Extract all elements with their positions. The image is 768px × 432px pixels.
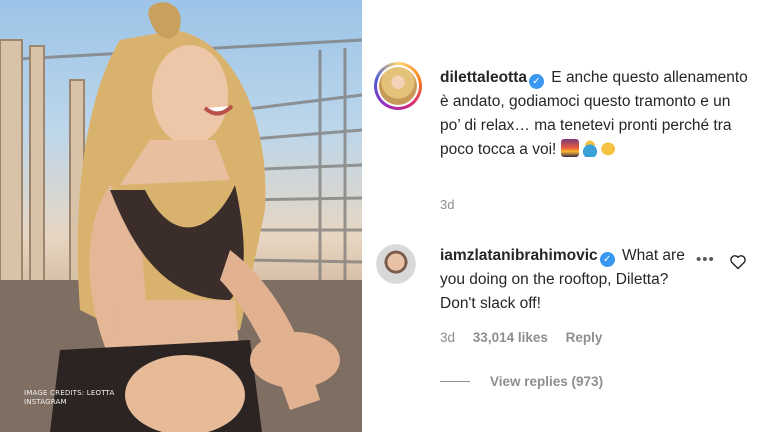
flexed-biceps-emoji [600,139,619,157]
comment-timestamp[interactable]: 3d [440,330,455,345]
photo-illustration [0,2,362,432]
commenter-avatar[interactable] [376,244,416,284]
post-author-username[interactable]: dilettaleotta [440,69,527,86]
image-credit-line1: IMAGE CREDITS: LEOTTA [24,389,115,397]
post-author-avatar[interactable] [374,62,422,110]
commenter-username[interactable]: iamzlatanibrahimovic [440,247,598,264]
replies-divider [440,381,470,382]
comment-body: iamzlatanibrahimovic ✓ What are you doing… [440,244,702,316]
post-timestamp[interactable]: 3d [440,197,454,212]
view-replies-button[interactable]: View replies (973) [440,374,603,389]
avatar-image [379,67,417,105]
image-credit: IMAGE CREDITS: LEOTTA INSTAGRAM [24,389,134,407]
comments-panel: dilettaleotta ✓ E anche questo allenament… [362,0,768,432]
sunset-emoji [560,139,579,157]
more-options-icon[interactable]: ••• [696,252,715,267]
comment-meta: 3d 33,014 likes Reply [440,330,616,345]
post-caption: dilettaleotta ✓ E anche questo allenament… [440,66,750,162]
verified-badge-icon: ✓ [599,252,615,267]
view-replies-label: View replies (973) [490,374,604,389]
image-credit-line2: INSTAGRAM [24,398,67,406]
woman-emoji [580,139,599,157]
reply-button[interactable]: Reply [566,330,603,345]
post-photo: IMAGE CREDITS: LEOTTA INSTAGRAM [0,0,362,432]
comment-likes[interactable]: 33,014 likes [473,330,548,345]
heart-icon[interactable] [729,254,747,270]
verified-badge-icon: ✓ [528,74,544,89]
